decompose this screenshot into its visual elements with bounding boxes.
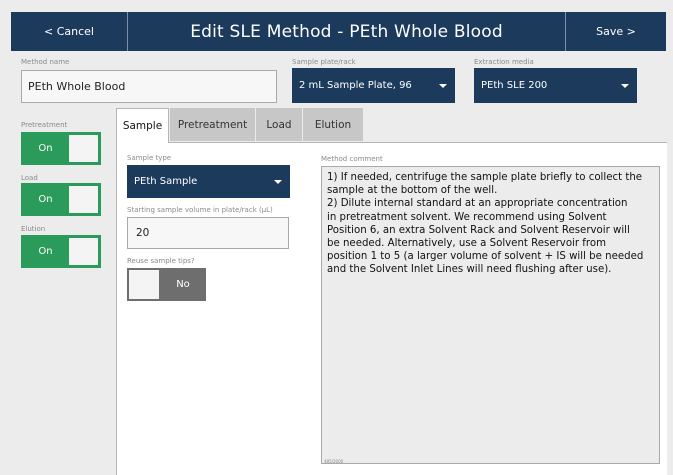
toggle-knob [69,135,98,162]
elution-toggle-state: On [38,246,53,257]
tab-pretreatment[interactable]: Pretreatment [170,108,255,141]
method-comment-label: Method comment [321,155,383,163]
reuse-tips-toggle[interactable]: No [127,268,206,301]
comment-line: sample at the bottom of the well. [327,185,498,197]
sample-type-label: Sample type [127,154,172,162]
comment-line: position 1 to 5 (a larger volume of solv… [327,251,644,263]
toggle-knob [69,186,98,213]
save-button[interactable]: Save > [565,12,666,51]
method-name-label: Method name [21,58,70,66]
sample-type-select[interactable]: PEth Sample [127,165,290,198]
extraction-media-value: PEth SLE 200 [481,80,548,91]
page-title: Edit SLE Method - PEth Whole Blood [190,21,503,42]
chevron-down-icon [621,83,629,88]
pretreatment-toggle-state: On [38,143,53,154]
toggle-knob [129,270,159,299]
sample-plate-label: Sample plate/rack [292,58,356,66]
sample-plate-select[interactable]: 2 mL Sample Plate, 96 [292,68,455,103]
tab-sample[interactable]: Sample [116,108,169,143]
cancel-button[interactable]: < Cancel [11,12,128,51]
pretreatment-toggle-label: Pretreatment [21,121,68,129]
character-counter: 485/2000 [324,459,344,464]
elution-toggle-label: Elution [21,225,46,233]
comment-line: be needed. Alternatively, use a Solvent … [327,238,607,250]
comment-line: Position 6, an extra Solvent Rack and So… [327,224,630,236]
comment-line: 1) If needed, centrifuge the sample plat… [327,172,643,183]
tab-load[interactable]: Load [256,108,302,141]
chevron-down-icon [439,83,447,88]
header-bar: < Cancel Edit SLE Method - PEth Whole Bl… [11,12,666,51]
load-toggle-label: Load [21,174,38,182]
tab-elution[interactable]: Elution [303,108,363,141]
starting-volume-label: Starting sample volume in plate/rack (µL… [127,206,273,214]
sample-type-value: PEth Sample [134,176,198,187]
method-comment-textarea[interactable]: 1) If needed, centrifuge the sample plat… [321,166,660,464]
reuse-tips-state: No [176,279,190,290]
comment-line: and the Solvent Inlet Lines will need fl… [327,264,612,276]
method-name-input[interactable]: PEth Whole Blood [21,70,277,103]
elution-toggle[interactable]: On [21,235,101,268]
chevron-down-icon [274,179,282,184]
reuse-tips-label: Reuse sample tips? [127,257,195,265]
extraction-media-label: Extraction media [474,58,534,66]
load-toggle-state: On [38,194,53,205]
pretreatment-toggle[interactable]: On [21,132,101,165]
sample-plate-value: 2 mL Sample Plate, 96 [299,80,412,91]
toggle-knob [69,238,98,265]
load-toggle[interactable]: On [21,183,101,216]
starting-volume-input[interactable]: 20 [127,217,289,249]
comment-line: in pretreatment solvent. We recommend us… [327,211,607,223]
extraction-media-select[interactable]: PEth SLE 200 [474,68,637,103]
comment-line: 2) Dilute internal standard at an approp… [327,198,628,210]
